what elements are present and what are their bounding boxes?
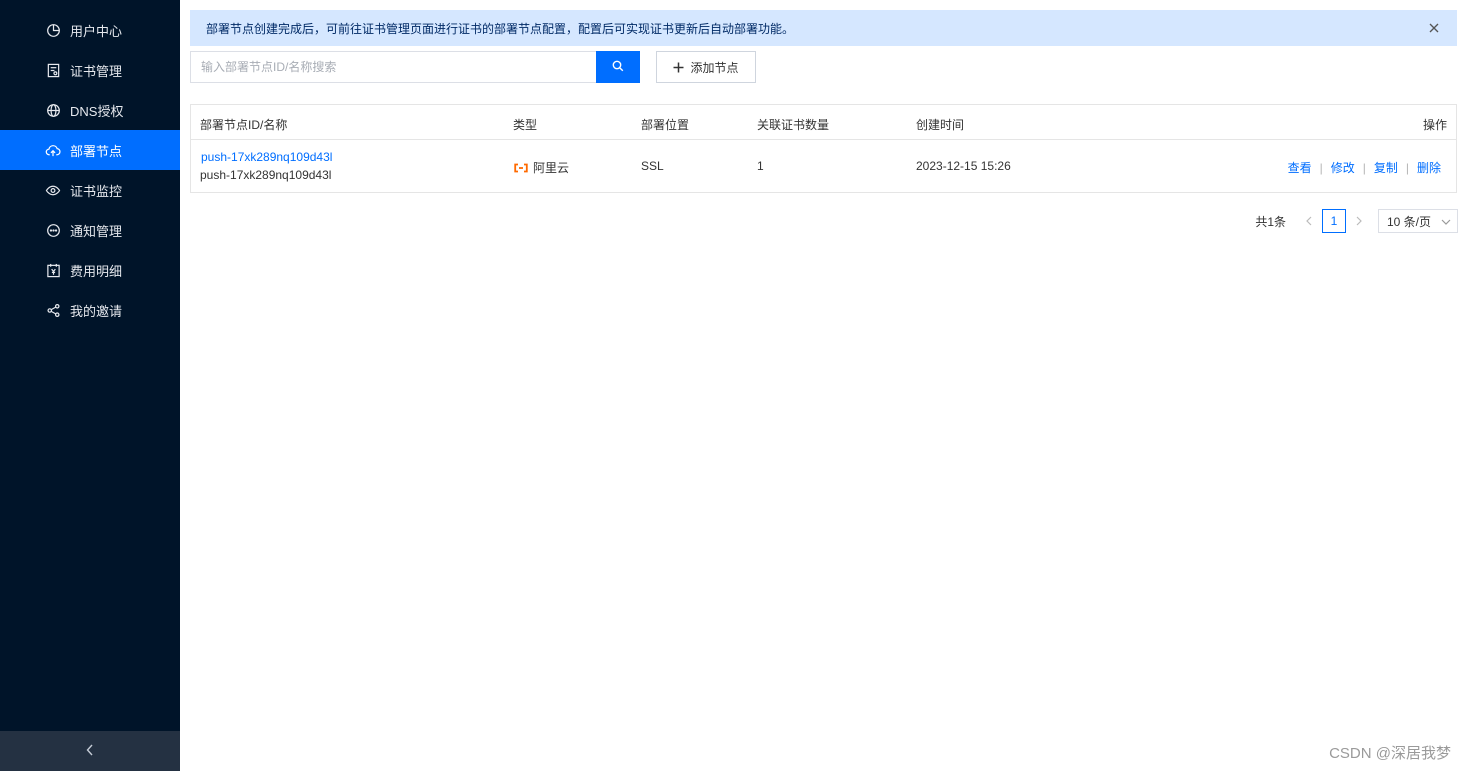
chevron-down-icon (1441, 214, 1451, 228)
page-size-select[interactable]: 10 条/页 (1378, 209, 1458, 233)
aliyun-logo-icon (513, 163, 529, 173)
table-row: push-17xk289nq109d43l push-17xk289nq109d… (191, 140, 1456, 192)
pagination: 共1条 1 10 条/页 (1255, 209, 1458, 233)
chat-bubble-icon (45, 222, 61, 238)
main-content: 部署节点创建完成后，可前往证书管理页面进行证书的部署节点配置，配置后可实现证书更… (180, 0, 1467, 771)
sidebar-collapse-button[interactable] (0, 731, 180, 771)
node-cert-count: 1 (757, 159, 764, 173)
separator: | (1319, 160, 1323, 175)
add-node-label: 添加节点 (690, 60, 739, 75)
header-type: 类型 (513, 118, 538, 132)
sidebar-item-label: 通知管理 (70, 223, 123, 239)
header-cert-count: 关联证书数量 (757, 118, 830, 132)
globe-icon (45, 102, 61, 118)
sidebar-item-label: DNS授权 (70, 103, 124, 119)
page-size-value: 10 条/页 (1387, 214, 1432, 229)
sidebar: 用户中心 证书管理 DNS授权 部署节点 证书监控 通知管理 费用明细 我的邀请 (0, 0, 180, 771)
sidebar-item-dns-auth[interactable]: DNS授权 (0, 90, 180, 130)
node-id-link[interactable]: push-17xk289nq109d43l (201, 150, 332, 164)
sidebar-item-label: 费用明细 (70, 263, 123, 279)
chevron-left-icon[interactable] (1300, 216, 1318, 226)
delete-link[interactable]: 删除 (1417, 159, 1441, 176)
page-number-button[interactable]: 1 (1322, 209, 1346, 233)
chevron-right-icon[interactable] (1350, 216, 1368, 226)
sidebar-item-notifications[interactable]: 通知管理 (0, 210, 180, 250)
chevron-left-icon (86, 744, 94, 759)
node-type-label: 阿里云 (533, 161, 570, 175)
sidebar-item-billing[interactable]: 费用明细 (0, 250, 180, 290)
plus-icon (673, 62, 684, 73)
yuan-calendar-icon (45, 262, 61, 278)
header-created: 创建时间 (916, 118, 965, 132)
cloud-upload-icon (45, 142, 61, 158)
sidebar-item-deploy-nodes[interactable]: 部署节点 (0, 130, 180, 170)
alert-text: 部署节点创建完成后，可前往证书管理页面进行证书的部署节点配置，配置后可实现证书更… (206, 21, 795, 36)
share-icon (45, 302, 61, 318)
sidebar-item-cert-monitoring[interactable]: 证书监控 (0, 170, 180, 210)
sidebar-item-invitations[interactable]: 我的邀请 (0, 290, 180, 330)
header-actions: 操作 (1422, 118, 1447, 132)
sidebar-item-label: 证书监控 (70, 183, 123, 199)
sidebar-item-user-center[interactable]: 用户中心 (0, 10, 180, 50)
certificate-icon (45, 62, 61, 78)
node-name: push-17xk289nq109d43l (200, 168, 332, 182)
table-header: 部署节点ID/名称 类型 部署位置 关联证书数量 创建时间 操作 (191, 105, 1456, 140)
edit-link[interactable]: 修改 (1331, 159, 1355, 176)
header-id-name: 部署节点ID/名称 (200, 118, 288, 132)
view-link[interactable]: 查看 (1288, 159, 1312, 176)
row-actions: 查看 | 修改 | 复制 | 删除 (1288, 159, 1441, 176)
separator: | (1362, 160, 1366, 175)
sidebar-item-cert-management[interactable]: 证书管理 (0, 50, 180, 90)
watermark: CSDN @深居我梦 (1329, 745, 1451, 762)
sidebar-item-label: 用户中心 (70, 23, 123, 39)
info-alert: 部署节点创建完成后，可前往证书管理页面进行证书的部署节点配置，配置后可实现证书更… (190, 10, 1457, 46)
search-icon (612, 60, 624, 75)
sidebar-item-label: 我的邀请 (70, 303, 123, 319)
header-location: 部署位置 (641, 118, 690, 132)
search-button[interactable] (596, 51, 640, 83)
separator: | (1405, 160, 1409, 175)
close-icon[interactable] (1427, 21, 1441, 35)
node-location: SSL (641, 159, 664, 173)
pie-chart-icon (45, 22, 61, 38)
copy-link[interactable]: 复制 (1374, 159, 1398, 176)
deploy-nodes-table: 部署节点ID/名称 类型 部署位置 关联证书数量 创建时间 操作 push-17… (190, 104, 1457, 193)
add-node-button[interactable]: 添加节点 (656, 51, 756, 83)
node-created-time: 2023-12-15 15:26 (916, 159, 1011, 173)
sidebar-item-label: 部署节点 (70, 143, 123, 159)
search-input[interactable] (190, 51, 596, 83)
sidebar-item-label: 证书管理 (70, 63, 123, 79)
eye-icon (45, 182, 61, 198)
total-count: 共1条 (1255, 214, 1286, 229)
node-type: 阿里云 (513, 159, 569, 176)
